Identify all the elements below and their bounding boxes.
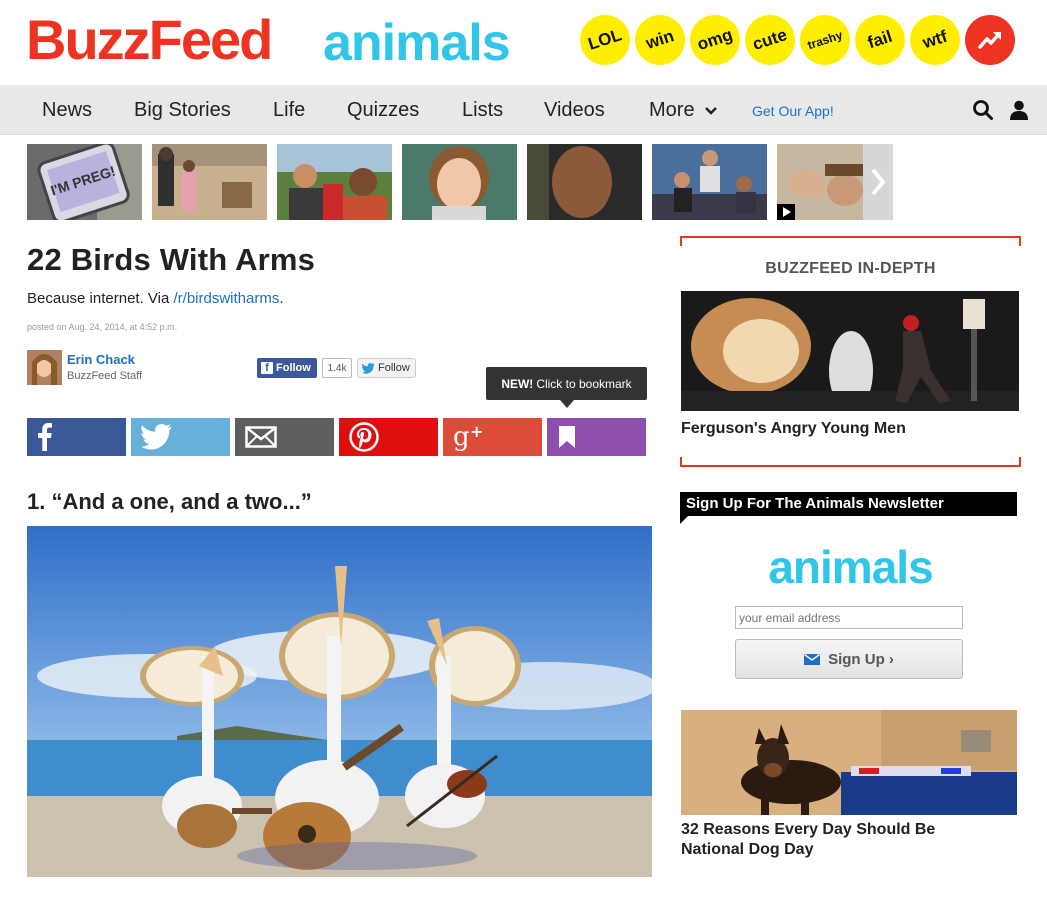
thumbnail-next-button[interactable] — [863, 144, 893, 220]
bookmark-button[interactable] — [547, 418, 646, 456]
thumbnail-1[interactable]: I'M PREG! — [27, 144, 142, 220]
bookmark-icon — [559, 426, 575, 448]
indepth-corner-right — [1019, 457, 1021, 467]
list-item-1-title: 1. “And a one, and a two...” — [27, 489, 312, 514]
list-item-1-image[interactable] — [27, 526, 652, 877]
badge-win[interactable]: win — [628, 8, 692, 72]
trending-arrow-icon — [978, 32, 1001, 49]
facebook-follower-count: 1.4k — [322, 358, 352, 378]
pinterest-icon — [349, 422, 379, 452]
indepth-label: BUZZFEED IN-DEPTH — [765, 260, 936, 277]
thumbnail-1-image: I'M PREG! — [27, 144, 142, 220]
thumbnail-6[interactable] — [652, 144, 767, 220]
facebook-follow-label: Follow — [276, 362, 311, 374]
facebook-icon: f — [261, 362, 273, 374]
thumbnail-3-image — [277, 144, 392, 220]
get-app-link[interactable]: Get Our App! — [752, 103, 834, 119]
signup-button[interactable]: Sign Up › — [735, 639, 963, 679]
badge-trashy[interactable]: trashy — [793, 8, 857, 72]
share-twitter-button[interactable] — [131, 418, 230, 456]
nav-item-life[interactable]: Life — [273, 98, 305, 122]
thumbnail-6-image — [652, 144, 767, 220]
main-nav: News Big Stories Life Quizzes Lists Vide… — [0, 85, 1047, 135]
article-title: 22 Birds With Arms — [27, 242, 316, 277]
nav-item-big-stories[interactable]: Big Stories — [134, 98, 231, 122]
indepth-corner-left — [680, 457, 682, 467]
newsletter-logo: animals — [768, 541, 933, 593]
share-email-button[interactable] — [235, 418, 334, 456]
share-facebook-button[interactable] — [27, 418, 126, 456]
dek-prefix: Because internet. Via — [27, 290, 174, 307]
svg-text:g: g — [453, 423, 470, 451]
google-plus-icon: g + — [453, 423, 483, 451]
source-link[interactable]: /r/birdswitharms — [173, 290, 279, 307]
badge-fail[interactable]: fail — [848, 8, 912, 72]
share-googleplus-button[interactable]: g + — [443, 418, 542, 456]
author-role: BuzzFeed Staff — [67, 370, 143, 382]
dek-suffix: . — [279, 290, 284, 307]
twitter-follow-button[interactable]: Follow — [357, 358, 416, 378]
twitter-follow-label: Follow — [378, 362, 410, 374]
author-avatar[interactable] — [27, 350, 62, 385]
thumbnail-3[interactable] — [277, 144, 392, 220]
thumbnail-5-image — [527, 144, 642, 220]
nav-item-videos[interactable]: Videos — [544, 98, 605, 122]
svg-text:+: + — [470, 423, 483, 441]
thumbnail-4-image — [402, 144, 517, 220]
vertical-name[interactable]: animals — [323, 11, 511, 75]
nav-item-quizzes[interactable]: Quizzes — [347, 98, 419, 122]
newsletter-heading-notch — [680, 516, 688, 524]
indepth-image[interactable] — [681, 291, 1019, 411]
nav-more-label: More — [649, 99, 695, 121]
nav-item-more[interactable]: More — [649, 98, 718, 122]
thumbnail-5[interactable] — [527, 144, 642, 220]
dog-day-promo-caption[interactable]: 32 Reasons Every Day Should Be National … — [681, 820, 981, 860]
share-pinterest-button[interactable] — [339, 418, 438, 456]
author-name[interactable]: Erin Chack — [67, 352, 135, 367]
chevron-right-icon — [871, 168, 886, 196]
newsletter-heading: Sign Up For The Animals Newsletter — [680, 492, 1017, 516]
envelope-icon — [804, 653, 821, 665]
dog-day-promo-image[interactable] — [681, 710, 1017, 815]
ferguson-image — [681, 291, 1019, 411]
chevron-down-icon — [705, 106, 718, 115]
trending-thumbnail-strip: I'M PREG! — [27, 144, 897, 220]
site-header: BuzzFeed animals LOL win omg cute trashy… — [0, 0, 1047, 85]
author-avatar-image — [27, 350, 62, 385]
buzzfeed-logo[interactable]: BuzzFeed — [26, 8, 273, 72]
tooltip-new-label: NEW! — [501, 376, 534, 391]
signup-label: Sign Up › — [828, 650, 894, 668]
badge-lol[interactable]: LOL — [573, 8, 637, 72]
puppy-police-car-image — [681, 710, 1017, 815]
buzzfeed-indepth-module: BUZZFEED IN-DEPTH Ferguson's Angry Young… — [680, 236, 1021, 467]
posted-timestamp: posted on Aug. 24, 2014, at 4:52 p.m. — [27, 322, 178, 332]
nav-item-lists[interactable]: Lists — [462, 98, 503, 122]
user-icon[interactable] — [1008, 99, 1030, 121]
tooltip-arrow — [560, 400, 574, 408]
bookmark-tooltip: NEW! Click to bookmark — [486, 367, 647, 400]
thumbnail-2-image — [152, 144, 267, 220]
thumbnail-4[interactable] — [402, 144, 517, 220]
facebook-icon — [38, 423, 52, 451]
search-icon[interactable] — [972, 99, 994, 121]
badge-omg[interactable]: omg — [683, 8, 747, 72]
email-field[interactable] — [735, 606, 963, 629]
article-dek: Because internet. Via /r/birdswitharms. — [27, 290, 284, 307]
birds-with-guitars-image — [27, 526, 652, 877]
nav-item-news[interactable]: News — [42, 98, 92, 122]
indepth-caption[interactable]: Ferguson's Angry Young Men — [681, 420, 906, 438]
envelope-icon — [245, 426, 277, 448]
facebook-follow-button[interactable]: f Follow — [257, 358, 317, 378]
twitter-bird-icon — [141, 424, 172, 450]
badge-wtf[interactable]: wtf — [903, 8, 967, 72]
twitter-bird-icon — [362, 362, 375, 374]
tooltip-text: Click to bookmark — [536, 376, 632, 391]
thumbnail-2[interactable] — [152, 144, 267, 220]
badge-cute[interactable]: cute — [738, 8, 802, 72]
trending-badge[interactable] — [965, 15, 1015, 65]
